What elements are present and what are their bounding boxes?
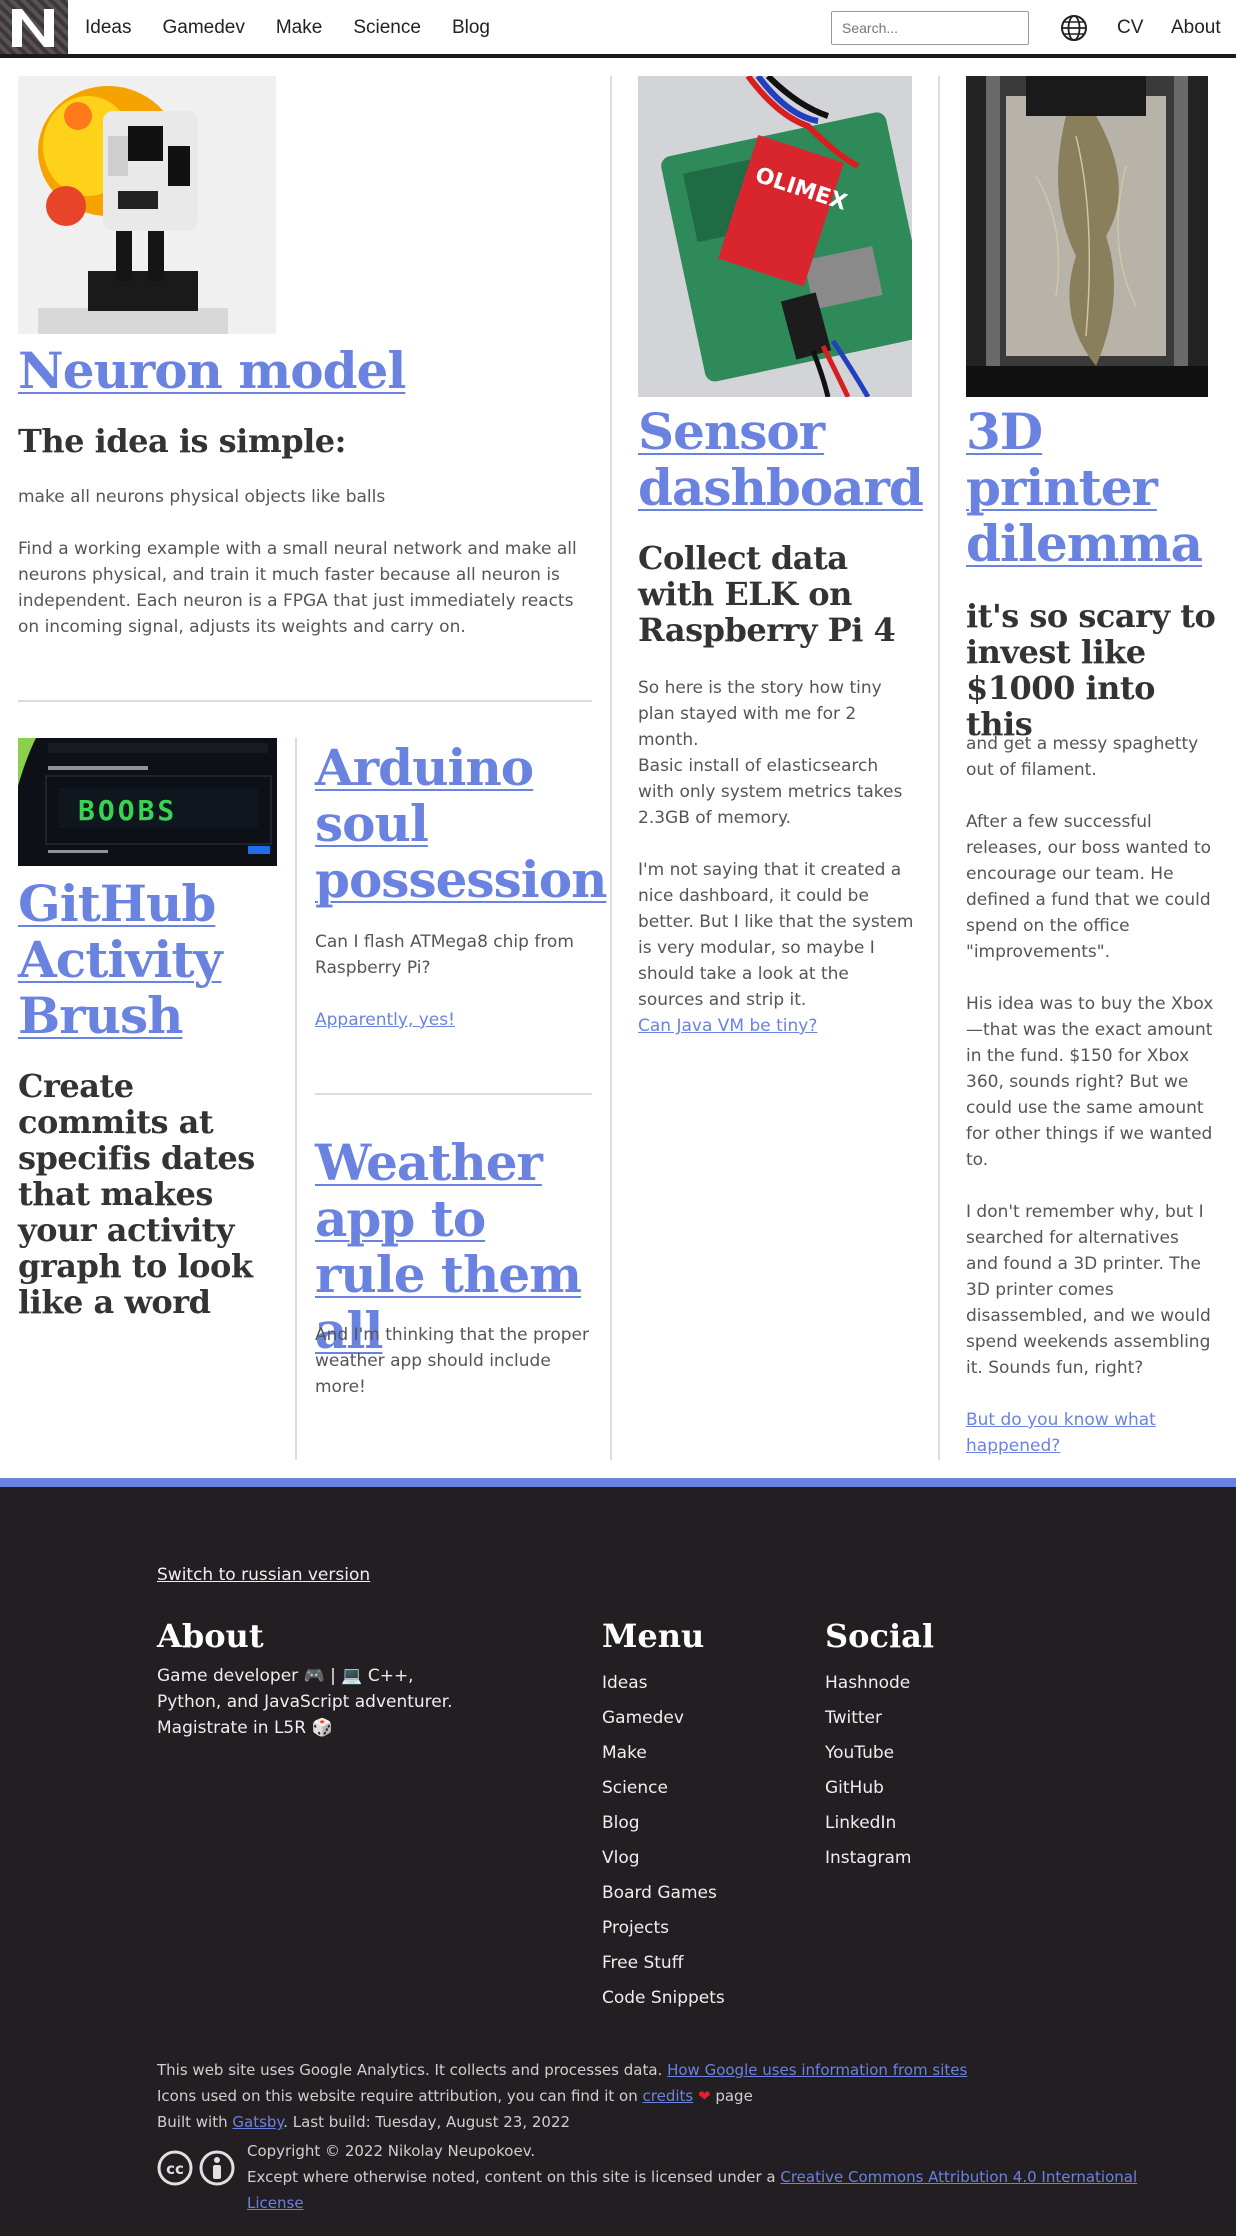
nav-make[interactable]: Make xyxy=(276,14,322,42)
footer-social-item[interactable]: Hashnode xyxy=(825,1670,912,1705)
post-text-printer-4: I don't remember why, but I searched for… xyxy=(966,1202,1211,1378)
post-text-printer-2: After a few successful releases, our bos… xyxy=(966,812,1212,962)
credits-link[interactable]: credits xyxy=(643,2087,694,2105)
cc-license-icons: cc xyxy=(157,2148,239,2193)
post-link-printer[interactable]: But do you know what happened? xyxy=(966,1407,1216,1459)
heart-icon: ❤ xyxy=(697,2087,711,2105)
nav-science[interactable]: Science xyxy=(353,14,421,42)
post-title-neuron[interactable]: Neuron model xyxy=(18,340,578,402)
footer-social-item[interactable]: YouTube xyxy=(825,1740,912,1775)
attribution-icon xyxy=(199,2150,235,2186)
footer-accent-bar xyxy=(0,1478,1236,1487)
main-nav: Ideas Gamedev Make Science Blog xyxy=(85,14,521,42)
logo-n-icon xyxy=(12,9,54,47)
footer-menu-item[interactable]: Gamedev xyxy=(602,1705,725,1740)
globe-icon[interactable] xyxy=(1060,14,1088,47)
footer-about-text: Game developer 🎮 | 💻 C++, Python, and Ja… xyxy=(157,1666,453,1738)
post-title-arduino[interactable]: Arduino soul possession xyxy=(315,740,607,908)
post-subtitle-sensor: Collect data with ELK on Raspberry Pi 4 xyxy=(638,539,896,649)
sensor-dashboard-image[interactable]: OLIMEX xyxy=(638,76,912,397)
analytics-notice: This web site uses Google Analytics. It … xyxy=(157,2061,968,2079)
nav-about[interactable]: About xyxy=(1171,14,1221,42)
post-title-printer[interactable]: 3D printer dilemma xyxy=(966,404,1226,572)
footer-social-item[interactable]: LinkedIn xyxy=(825,1810,912,1845)
license-text-cont: License xyxy=(247,2190,304,2216)
analytics-link[interactable]: How Google uses information from sites xyxy=(667,2061,967,2079)
post-text-sensor-2: Basic install of elasticsearch with only… xyxy=(638,756,903,828)
footer-menu-item[interactable]: Code Snippets xyxy=(602,1985,725,2020)
search-input[interactable] xyxy=(831,11,1029,45)
license-text: Except where otherwise noted, content on… xyxy=(247,2168,1138,2186)
nav-blog[interactable]: Blog xyxy=(452,14,490,42)
post-text-weather: And I'm thinking that the proper weather… xyxy=(315,1325,590,1397)
github-activity-image[interactable]: BOOBS xyxy=(18,738,277,866)
column-divider xyxy=(610,76,612,1460)
footer-menu-item[interactable]: Board Games xyxy=(602,1880,725,1915)
footer-social-heading: Social xyxy=(825,1617,934,1655)
printer-image[interactable] xyxy=(966,76,1208,397)
post-title-github[interactable]: GitHub Activity Brush xyxy=(18,876,288,1044)
gatsby-link[interactable]: Gatsby xyxy=(232,2113,283,2131)
post-subtitle-neuron: The idea is simple: xyxy=(18,422,346,460)
post-link-sensor[interactable]: Can Java VM be tiny? xyxy=(638,1013,817,1039)
footer-menu-item[interactable]: Blog xyxy=(602,1810,725,1845)
svg-text:BOOBS: BOOBS xyxy=(78,794,177,827)
footer-social-list: Hashnode Twitter YouTube GitHub LinkedIn… xyxy=(825,1670,912,1880)
nav-cv[interactable]: CV xyxy=(1117,14,1143,42)
post-text-neuron-1: make all neurons physical objects like b… xyxy=(18,487,386,507)
footer-social-item[interactable]: Instagram xyxy=(825,1845,912,1880)
post-text-arduino: Can I flash ATMega8 chip from Raspberry … xyxy=(315,932,574,978)
row-divider xyxy=(315,1093,592,1095)
footer-menu-item[interactable]: Vlog xyxy=(602,1845,725,1880)
footer-social-item[interactable]: GitHub xyxy=(825,1775,912,1810)
post-link-arduino[interactable]: Apparently, yes! xyxy=(315,1007,455,1033)
svg-text:cc: cc xyxy=(166,2160,184,2178)
site-logo[interactable] xyxy=(0,0,68,54)
license-link[interactable]: Creative Commons Attribution 4.0 Interna… xyxy=(780,2168,1137,2186)
footer-about-heading: About xyxy=(157,1617,264,1655)
footer-menu-list: Ideas Gamedev Make Science Blog Vlog Boa… xyxy=(602,1670,725,2020)
post-text-sensor-3: I'm not saying that it created a nice da… xyxy=(638,860,914,1010)
footer-menu-item[interactable]: Science xyxy=(602,1775,725,1810)
nav-ideas[interactable]: Ideas xyxy=(85,14,131,42)
neuron-model-image[interactable] xyxy=(18,76,276,334)
footer-menu-heading: Menu xyxy=(602,1617,705,1655)
post-title-sensor[interactable]: Sensor dashboard xyxy=(638,404,928,516)
site-footer: Switch to russian version About Game dev… xyxy=(0,1487,1236,2236)
post-text-sensor-1: So here is the story how tiny plan staye… xyxy=(638,678,882,750)
nav-gamedev[interactable]: Gamedev xyxy=(162,14,244,42)
site-header: Ideas Gamedev Make Science Blog CV About xyxy=(0,0,1236,58)
footer-menu-item[interactable]: Make xyxy=(602,1740,725,1775)
build-notice: Built with Gatsby. Last build: Tuesday, … xyxy=(157,2113,571,2131)
post-subtitle-github: Create commits at specifis dates that ma… xyxy=(18,1067,255,1321)
post-text-printer-3: His idea was to buy the Xbox—that was th… xyxy=(966,994,1214,1170)
column-divider xyxy=(938,76,940,1460)
footer-social-item[interactable]: Twitter xyxy=(825,1705,912,1740)
copyright-text: Copyright © 2022 Nikolay Neupokoev. xyxy=(247,2142,536,2160)
post-subtitle-printer: it's so scary to invest like $1000 into … xyxy=(966,597,1216,743)
footer-menu-item[interactable]: Free Stuff xyxy=(602,1950,725,1985)
footer-menu-item[interactable]: Ideas xyxy=(602,1670,725,1705)
post-text-neuron-2: Find a working example with a small neur… xyxy=(18,539,577,637)
cc-icon: cc xyxy=(157,2150,193,2186)
column-divider xyxy=(295,738,297,1460)
footer-menu-item[interactable]: Projects xyxy=(602,1915,725,1950)
language-switch-link[interactable]: Switch to russian version xyxy=(157,1565,370,1585)
post-text-printer-1: and get a messy spaghetty out of filamen… xyxy=(966,734,1199,780)
icons-notice: Icons used on this website require attri… xyxy=(157,2087,753,2105)
license-link-cont[interactable]: License xyxy=(247,2194,304,2212)
row-divider xyxy=(18,700,592,702)
